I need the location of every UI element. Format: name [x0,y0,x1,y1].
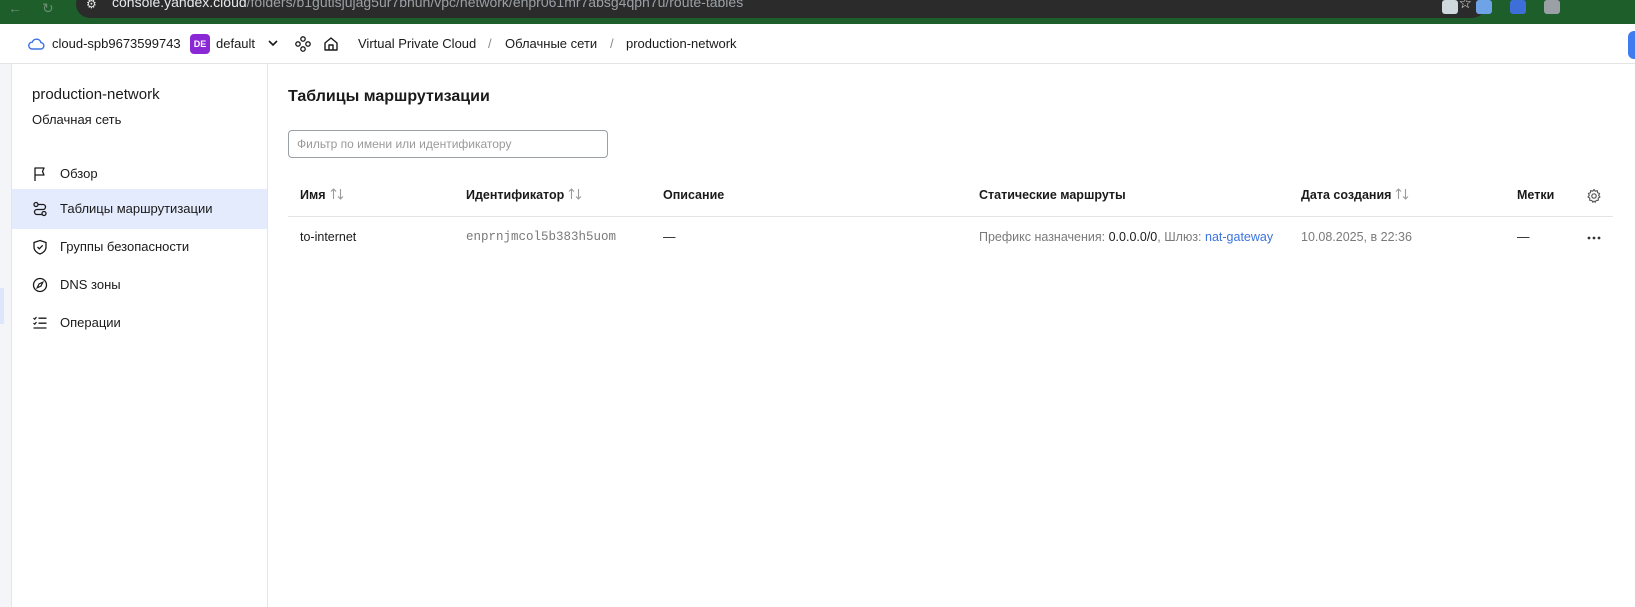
sidebar-item-label: Обзор [60,166,98,181]
chevron-down-icon[interactable] [266,36,280,50]
sort-icon[interactable] [1395,188,1409,200]
route-table-labels: — [1517,230,1530,244]
main-content: Таблицы маршрутизации Имя Идентификатор … [268,64,1635,607]
sidebar: production-network Облачная сеть Обзор Т… [12,64,268,607]
extension-shield2-icon[interactable] [1476,0,1492,14]
gear-icon[interactable] [1586,188,1602,204]
table-header-divider [288,216,1613,217]
breadcrumb-current: production-network [626,36,737,51]
column-header-routes: Статические маршруты [979,188,1126,202]
sort-icon[interactable] [330,188,344,200]
route-table-description: — [663,230,676,244]
filter-input[interactable] [288,130,608,158]
column-header-description: Описание [663,188,725,202]
compass-icon [32,277,48,293]
gateway-link[interactable]: nat-gateway [1205,230,1273,244]
sidebar-subtitle: Облачная сеть [32,112,122,127]
global-nav-active-marker [0,288,4,324]
route-prefix-label: Префикс назначения: [979,230,1106,244]
sidebar-item-label: Группы безопасности [60,239,190,254]
column-header-name[interactable]: Имя [300,188,344,202]
folder-badge: DE [190,34,210,54]
cloud-selector[interactable]: cloud-spb9673599743 [52,36,181,51]
sidebar-item-route-tables[interactable]: Таблицы маршрутизации [12,189,267,229]
column-header-id[interactable]: Идентификатор [466,188,582,202]
cloud-icon [28,38,45,50]
home-icon[interactable] [322,35,340,53]
global-nav-strip [0,64,12,607]
flag-icon [34,167,45,181]
column-header-label: Идентификатор [466,188,565,202]
extension-puzzle-icon[interactable] [1544,0,1560,14]
route-table-routes: Префикс назначения: 0.0.0.0/0, Шлюз: nat… [979,230,1273,244]
url-text[interactable]: console.yandex.cloud/folders/b1gutisjuja… [112,0,743,10]
sidebar-item-operations[interactable]: Операции [12,303,267,343]
shield-icon [33,239,47,255]
route-table-created: 10.08.2025, в 22:36 [1301,230,1412,244]
sidebar-title: production-network [32,86,160,103]
site-settings-icon[interactable]: ⚙ [86,0,100,11]
sort-icon[interactable] [568,188,582,200]
reload-icon[interactable]: ↻ [42,0,54,17]
route-gateway-label: , Шлюз: [1157,230,1202,244]
column-header-created[interactable]: Дата создания [1301,188,1409,202]
sidebar-item-dns-zones[interactable]: DNS зоны [12,265,267,305]
bookmark-star-icon[interactable]: ☆ [1459,0,1472,12]
extension-mail-icon[interactable] [1510,0,1526,14]
breadcrumb-vpc[interactable]: Virtual Private Cloud [358,36,476,51]
back-icon[interactable]: ← [8,0,22,16]
route-icon [33,201,47,217]
services-icon[interactable] [294,35,312,53]
folder-selector[interactable]: default [216,36,255,51]
page-title: Таблицы маршрутизации [288,88,490,105]
breadcrumb-networks[interactable]: Облачные сети [505,36,597,51]
sidebar-item-overview[interactable]: Обзор [12,154,267,194]
breadcrumb-separator: / [488,36,492,51]
route-table-id: enprnjmcol5b383h5uom [466,230,617,244]
column-header-label: Дата создания [1301,188,1392,202]
route-table-name[interactable]: to-internet [300,230,356,244]
extension-shield-icon[interactable] [1442,0,1458,14]
address-bar[interactable]: ⚙ console.yandex.cloud/folders/b1gutisju… [76,0,1486,18]
sidebar-item-security-groups[interactable]: Группы безопасности [12,227,267,267]
breadcrumb-separator: / [610,36,614,51]
route-prefix-value: 0.0.0.0/0 [1108,230,1158,244]
console-header: cloud-spb9673599743 DE default Virtual P… [0,24,1635,64]
more-actions-icon[interactable] [1586,230,1602,246]
browser-toolbar: ← ↻ ⚙ console.yandex.cloud/folders/b1gut… [0,0,1635,24]
sidebar-item-label: Таблицы маршрутизации [60,201,213,216]
sidebar-item-label: Операции [60,315,121,330]
header-action-button[interactable] [1628,31,1635,59]
list-icon [33,316,47,329]
sidebar-item-label: DNS зоны [60,277,121,292]
column-header-label: Имя [300,188,326,202]
column-header-labels: Метки [1517,188,1555,202]
